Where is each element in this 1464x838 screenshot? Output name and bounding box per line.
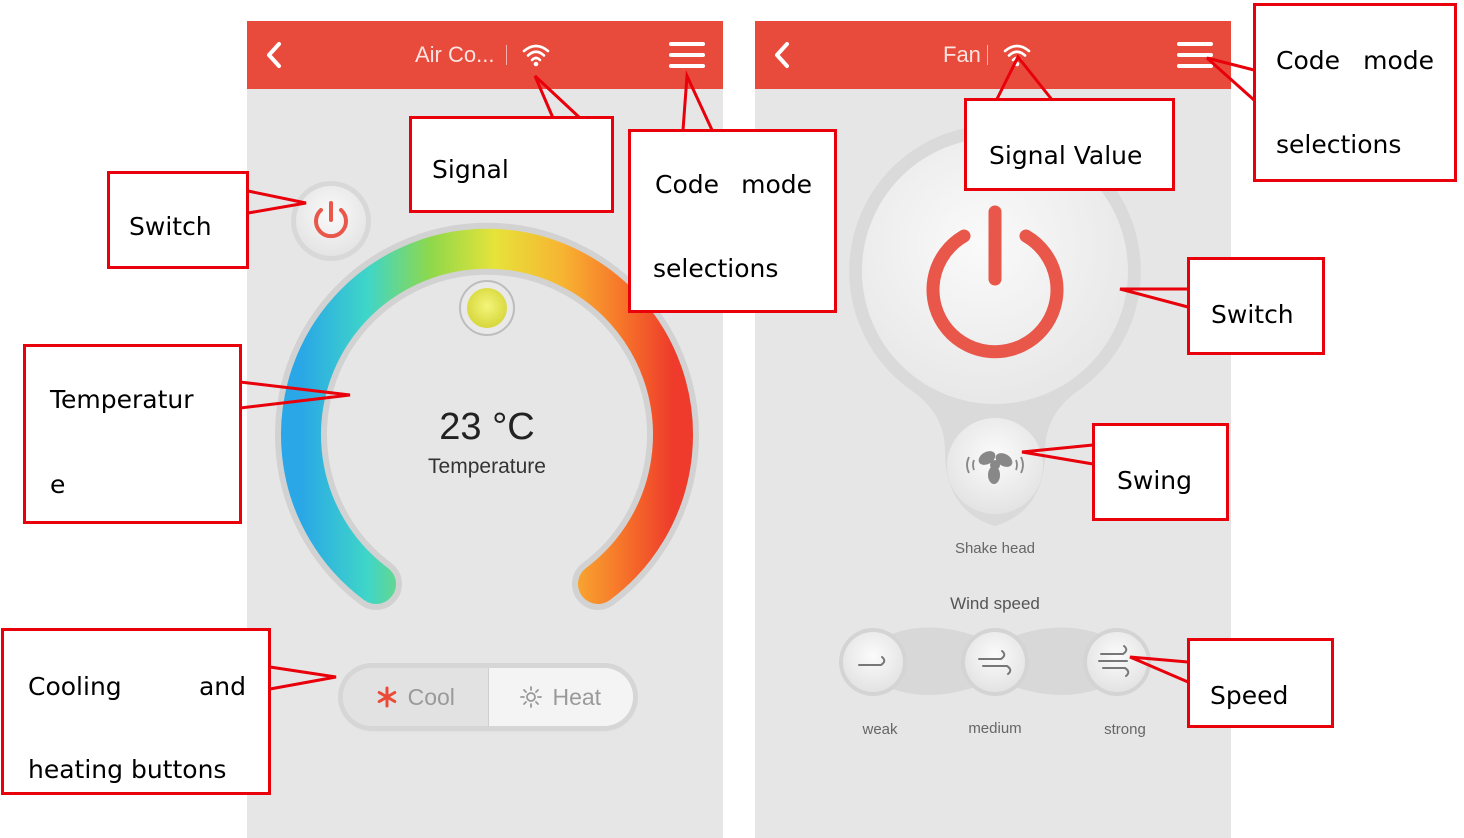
temperature-value: 23 °C bbox=[439, 406, 535, 448]
callout-text: mode bbox=[1363, 46, 1434, 75]
wind-speed-label: Wind speed bbox=[950, 594, 1040, 613]
callout-temperature: Temperatur e bbox=[23, 344, 242, 524]
callout-swing: Swing bbox=[1092, 423, 1229, 521]
callout-text: Cooling bbox=[28, 672, 122, 701]
sun-icon bbox=[520, 686, 543, 708]
shake-head-label: Shake head bbox=[954, 540, 1036, 557]
cool-label: Cool bbox=[407, 683, 455, 710]
callout-text: heating buttons bbox=[28, 755, 227, 784]
callout-text: mode bbox=[741, 170, 812, 199]
callout-line: Cooling and bbox=[4, 674, 268, 699]
callout-text: and bbox=[198, 672, 246, 701]
callout-signal-value: Signal Value bbox=[964, 98, 1175, 191]
callout-text: Signal bbox=[432, 155, 509, 184]
heat-label: Heat bbox=[552, 683, 602, 710]
callout-text: Speed bbox=[1210, 681, 1289, 710]
callout-line: Code mode bbox=[1256, 48, 1454, 73]
temperature-label: Temperature bbox=[428, 455, 546, 478]
callout-text: selections bbox=[653, 254, 779, 283]
callout-text: Swing bbox=[1117, 466, 1192, 495]
weak-label: weak bbox=[862, 721, 898, 738]
callout-speed: Speed bbox=[1187, 638, 1334, 728]
medium-label: medium bbox=[968, 720, 1022, 737]
cool-button[interactable]: Cool bbox=[343, 668, 489, 726]
temperature-knob[interactable] bbox=[467, 288, 507, 328]
callout-text: selections bbox=[1276, 130, 1402, 159]
callout-text: Switch bbox=[129, 212, 212, 241]
callout-text: Signal Value bbox=[989, 141, 1143, 170]
callout-code-mode-right: Code mode selections bbox=[1253, 3, 1457, 182]
callout-text: Switch bbox=[1211, 300, 1294, 329]
callout-switch-right: Switch bbox=[1187, 257, 1325, 355]
callout-line: Code mode bbox=[631, 172, 834, 197]
callout-code-mode-left: Code mode selections bbox=[628, 129, 837, 313]
strong-label: strong bbox=[1104, 721, 1146, 738]
snowflake-icon bbox=[377, 686, 396, 708]
callout-text: Code bbox=[655, 170, 720, 199]
mode-toggle: Cool Heat bbox=[343, 668, 633, 726]
speed-medium-button[interactable] bbox=[965, 632, 1025, 692]
callout-text: Code bbox=[1276, 46, 1341, 75]
callout-signal: Signal bbox=[409, 116, 614, 213]
heat-button[interactable]: Heat bbox=[488, 668, 633, 726]
callout-switch-left: Switch bbox=[107, 171, 249, 269]
callout-text: Temperatur bbox=[50, 385, 194, 414]
callout-text: e bbox=[50, 470, 66, 499]
speed-weak-button[interactable] bbox=[843, 632, 903, 692]
callout-cooling-heating: Cooling and heating buttons bbox=[1, 628, 271, 795]
